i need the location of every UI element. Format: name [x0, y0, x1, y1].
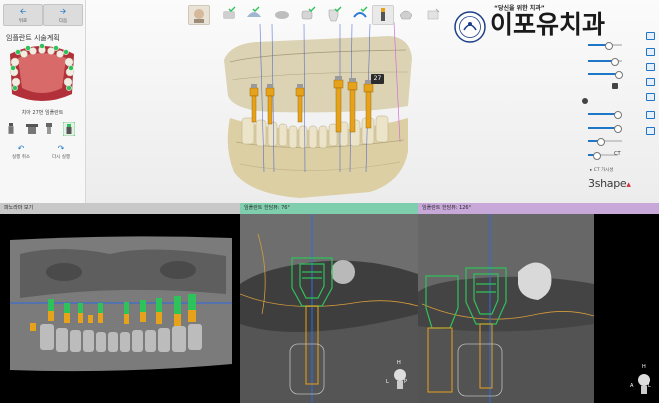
layer-icon-4[interactable]: [646, 78, 655, 86]
tool-button-1[interactable]: [220, 5, 240, 23]
redo-label: 다시 실행: [52, 155, 70, 160]
ct-label: CT: [614, 151, 621, 157]
orientation-left: L: [386, 379, 389, 385]
slider-knob[interactable]: [593, 152, 601, 160]
tool-button-2[interactable]: [244, 5, 264, 23]
tool-button-8[interactable]: [396, 5, 416, 23]
opacity-slider-6[interactable]: [588, 138, 622, 146]
slider-knob[interactable]: [614, 111, 622, 119]
tool-button-5[interactable]: [324, 5, 344, 23]
tool-button-9[interactable]: [424, 5, 444, 23]
orientation-top: H: [642, 364, 646, 370]
patient-view-button[interactable]: [188, 5, 210, 25]
layer-icon-3[interactable]: [646, 63, 655, 71]
bone-icon: [582, 98, 588, 104]
layer-icon-1[interactable]: [646, 32, 655, 40]
tooth-number-badge: 27: [371, 74, 384, 84]
next-button[interactable]: 🡪 다음: [43, 4, 83, 26]
cross-section-126-image[interactable]: [418, 214, 659, 403]
sleeve-icon[interactable]: [25, 123, 39, 135]
back-label: 뒤로: [18, 19, 28, 24]
cross-section-126-header: 임플란트 한담뷰: 126°: [418, 203, 659, 214]
slider-knob[interactable]: [605, 42, 613, 50]
orientation-right: P: [404, 379, 408, 385]
tooth-checked-icon: [328, 6, 342, 22]
vendor-logo-mark: ▴: [626, 180, 631, 190]
tool-button-3[interactable]: [272, 5, 292, 23]
guide-icon: [399, 10, 413, 20]
abutment-icon[interactable]: [44, 123, 54, 135]
panorama-header: 파노라마 보기: [0, 203, 240, 214]
redo-button[interactable]: ↷ 다시 실행: [46, 144, 76, 160]
panorama-image[interactable]: [0, 214, 240, 403]
selected-implant-label: 치아 27번 임플란트: [21, 110, 64, 116]
slider-knob[interactable]: [597, 138, 605, 146]
implant-tool-button[interactable]: [372, 5, 394, 25]
orientation-left: A: [630, 383, 634, 389]
nerve-checked-icon: [353, 6, 368, 18]
undo-icon: ↶: [17, 144, 25, 153]
orientation-right: L: [648, 383, 651, 389]
view-toolbar: [188, 5, 448, 25]
orientation-top: H: [397, 360, 401, 366]
arch-icon: [275, 11, 289, 19]
scan-color-swatch[interactable]: [612, 83, 618, 89]
implant-tool-icon: [381, 8, 385, 21]
implant-selected-icon[interactable]: [63, 122, 75, 136]
layer-icon-7[interactable]: [646, 127, 655, 135]
clinic-logo-seal: [454, 11, 486, 43]
head-orientation-icon: [638, 374, 650, 394]
model-checked-icon: [223, 6, 236, 19]
redo-icon: ↷: [57, 144, 65, 153]
head-orientation-icon: [394, 369, 406, 389]
back-button[interactable]: 🡨 뒤로: [3, 4, 43, 26]
vendor-logo: 3shape▴: [588, 177, 631, 190]
tool-button-4[interactable]: [298, 5, 318, 23]
layer-icon-5[interactable]: [646, 93, 655, 101]
undo-button[interactable]: ↶ 실행 취소: [6, 144, 36, 160]
slider-knob[interactable]: [611, 58, 619, 66]
opacity-slider-5[interactable]: [588, 125, 622, 133]
slider-knob[interactable]: [615, 71, 623, 79]
layer-icon-2[interactable]: [646, 48, 655, 56]
panorama-pane[interactable]: 파노라마 보기: [0, 203, 240, 403]
jaw-thumbnail[interactable]: [2, 42, 82, 106]
opacity-slider-4[interactable]: [588, 111, 622, 119]
ct-visibility-toggle[interactable]: ▸ CT 가시성: [590, 167, 613, 173]
crown-checked-icon: [301, 6, 316, 20]
visibility-controls: CT ▸ CT 가시성: [582, 26, 659, 196]
tool-button-6[interactable]: [350, 5, 370, 23]
ct-visibility-label: CT 가시성: [593, 168, 614, 173]
cross-section-76-header: 임플란트 한담뷰: 76°: [240, 203, 418, 214]
slider-knob[interactable]: [614, 125, 622, 133]
left-panel: 🡨 뒤로 🡪 다음 임플란트 시술계획 치아 27번 임플란트 ↶ 실행 취소 …: [0, 0, 86, 203]
implant-icon[interactable]: [6, 123, 16, 135]
opacity-slider-3[interactable]: [588, 71, 623, 79]
undo-label: 실행 취소: [12, 155, 30, 160]
next-label: 다음: [58, 19, 68, 24]
opacity-slider-1[interactable]: [588, 42, 622, 50]
layer-icon-6[interactable]: [646, 111, 655, 119]
face-icon: [194, 9, 204, 23]
cross-section-76-pane[interactable]: 임플란트 한담뷰: 76° H L P: [240, 203, 418, 403]
vendor-name: 3shape: [588, 177, 627, 190]
opacity-slider-2[interactable]: [588, 58, 622, 66]
export-icon: [427, 8, 440, 20]
cross-section-126-pane[interactable]: 임플란트 한담뷰: 126° H A L: [418, 203, 659, 403]
3d-dental-model[interactable]: [210, 22, 425, 202]
segmentation-icon: [247, 6, 261, 17]
